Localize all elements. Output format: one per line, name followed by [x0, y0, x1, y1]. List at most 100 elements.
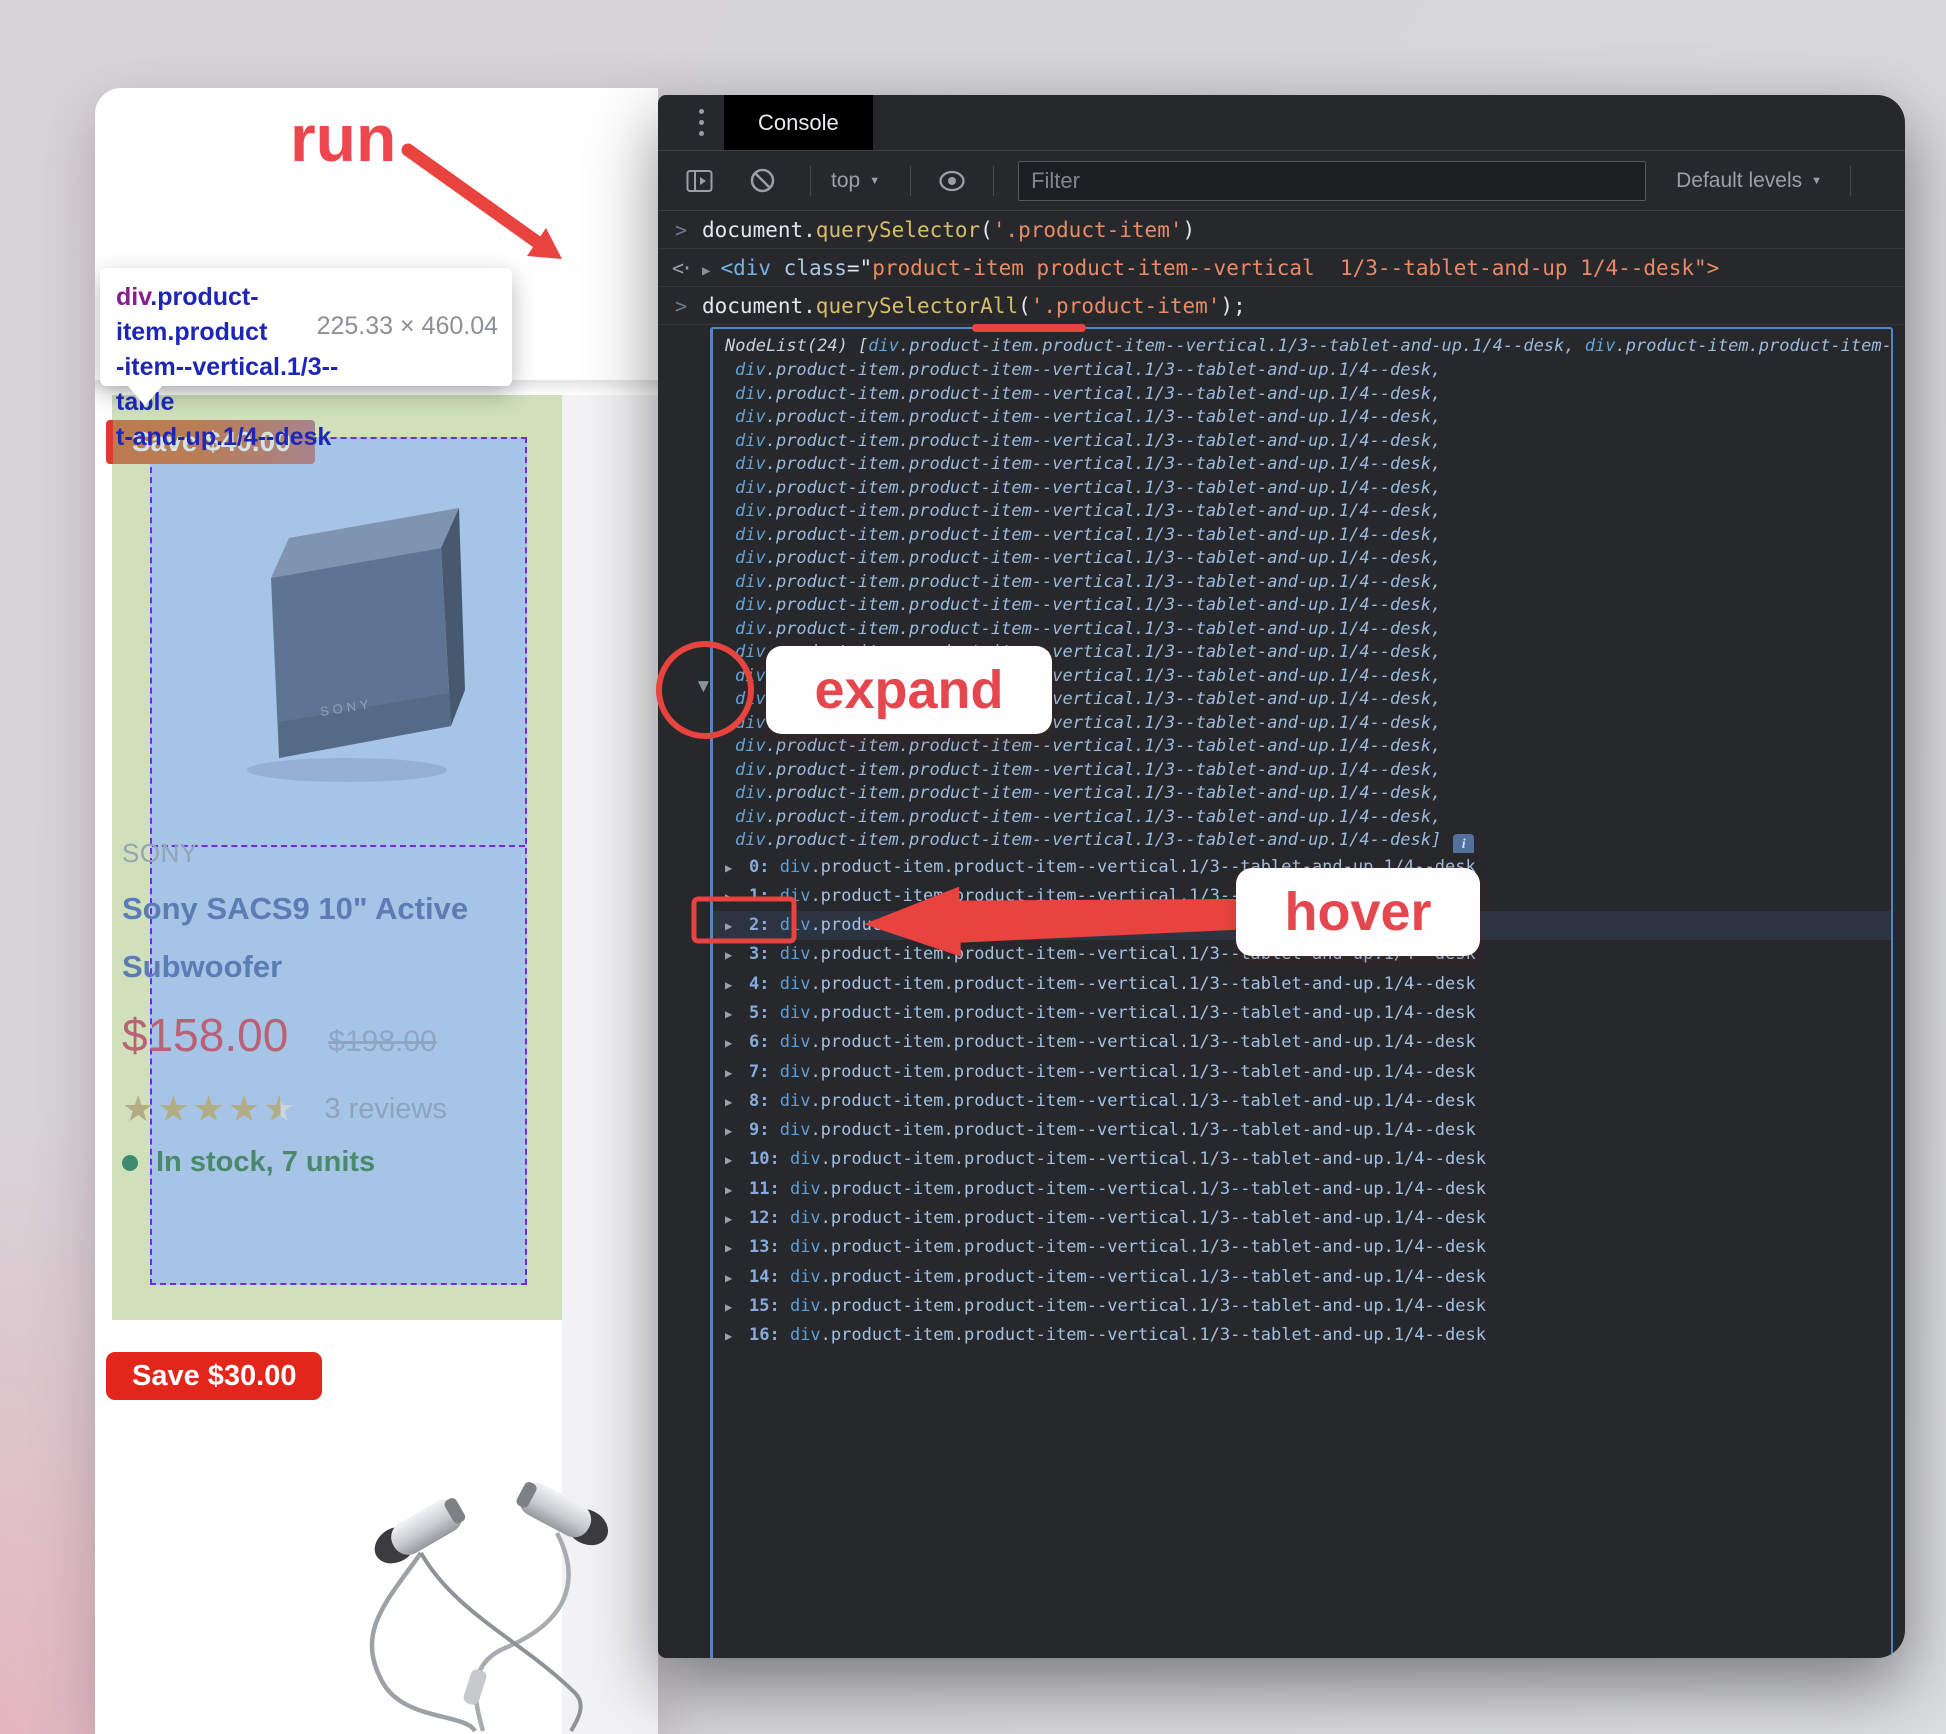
nodelist-result-block[interactable]: NodeList(24) [div.product-item.product-i… — [710, 327, 1893, 1658]
nodelist-preview-line: div.product-item.product-item--vertical.… — [735, 759, 1442, 780]
sale-badge-next: Save $30.00 — [106, 1352, 323, 1400]
expand-arrow-icon: ▶ — [725, 1212, 733, 1227]
inspect-tooltip-selector: div.product-item.product -item--vertical… — [116, 283, 339, 451]
compare-price: $198.00 — [328, 1025, 437, 1058]
underlined-all-token: All — [980, 294, 1019, 318]
stock-row: In stock, 7 units — [122, 1146, 375, 1179]
expand-arrow-icon[interactable]: ▶ — [702, 263, 710, 279]
context-selector[interactable]: top ▼ — [831, 169, 880, 193]
toolbar-separator — [910, 165, 912, 196]
console-entry-command-1[interactable]: > document.querySelector('.product-item'… — [658, 211, 1905, 249]
filter-input[interactable] — [1018, 160, 1647, 201]
inspect-overlay-inner-boundary — [152, 845, 525, 847]
chevron-down-icon: ▼ — [869, 174, 881, 187]
inspect-tooltip: div.product-item.product -item--vertical… — [100, 268, 512, 451]
console-prompt-icon: > — [674, 218, 688, 242]
expand-arrow-icon: ▶ — [725, 1153, 733, 1168]
nodelist-preview-line: div.product-item.product-item--vertical.… — [735, 407, 1442, 427]
nodelist-item-row-5[interactable]: ▶ 5: div.product-item.product-item--verti… — [713, 999, 1891, 1028]
nodelist-preview-line: div.product-item.product-item--vertical.… — [735, 736, 1442, 756]
nodelist-preview-line: div.product-item.product-item--vertical.… — [735, 430, 1442, 451]
nodelist-item-row-14[interactable]: ▶ 14: div.product-item.product-item--vert… — [713, 1263, 1891, 1292]
expand-annotation-label: expand — [766, 646, 1052, 734]
expand-arrow-icon: ▶ — [725, 1241, 733, 1256]
expand-arrow-icon: ▶ — [725, 1124, 733, 1139]
console-toolbar: top ▼ Default levels ▼ — [658, 151, 1905, 211]
expand-arrow-icon: ▶ — [725, 919, 733, 934]
toolbar-separator — [810, 165, 811, 196]
show-sidebar-icon[interactable] — [686, 169, 713, 193]
product-title[interactable]: Sony SACS9 10" Active Subwoofer — [122, 880, 468, 996]
expand-arrow-icon: ▶ — [725, 1182, 733, 1197]
nodelist-item-row-10[interactable]: ▶ 10: div.product-item.product-item--vert… — [713, 1145, 1891, 1174]
nodelist-item-row-12[interactable]: ▶ 12: div.product-item.product-item--vert… — [713, 1204, 1891, 1233]
expand-arrow-icon: ▶ — [725, 1065, 733, 1080]
nodelist-preview-line: div.product-item.product-item--vertical.… — [735, 477, 1442, 498]
nodelist-preview-line: div.product-item.product-item--vertical.… — [735, 806, 1442, 827]
expand-arrow-icon: ▶ — [725, 1006, 733, 1021]
console-prompt-icon: > — [674, 294, 688, 318]
clear-console-icon[interactable] — [749, 167, 776, 194]
nodelist-preview-line: div.product-item.product-item--vertical.… — [735, 595, 1442, 615]
console-result-icon: <· — [671, 256, 693, 280]
console-entry-result-1[interactable]: <· ▶ <div class="product-item product-ite… — [658, 249, 1905, 287]
expand-arrow-icon: ▶ — [725, 1094, 733, 1109]
price-row: $158.00 $198.00 — [122, 1008, 437, 1062]
log-levels-dropdown[interactable]: Default levels ▼ — [1676, 169, 1822, 193]
toolbar-separator — [1850, 165, 1852, 196]
live-expression-eye-icon[interactable] — [937, 168, 967, 194]
nodelist-preview-line: div.product-item.product-item--vertical.… — [735, 783, 1442, 803]
nodelist-preview-line: div.product-item.product-item--vertical.… — [735, 383, 1442, 404]
sale-price: $158.00 — [122, 1009, 289, 1061]
nodelist-item-row-15[interactable]: ▶ 15: div.product-item.product-item--vert… — [713, 1292, 1891, 1321]
nodelist-item-row-13[interactable]: ▶ 13: div.product-item.product-item--vert… — [713, 1233, 1891, 1262]
tooltip-caret — [128, 386, 162, 406]
star-rating-icon: ★★★★★ — [122, 1088, 299, 1129]
devtools-tabbar: Console — [658, 95, 1905, 151]
screenshot-canvas: Save $40.00 SONY SONY Sony SACS9 10" Act… — [0, 0, 1946, 1734]
rating-row: ★★★★★ 3 reviews — [122, 1088, 447, 1130]
kebab-menu-icon[interactable] — [684, 95, 718, 150]
nodelist-preview-line: div.product-item.product-item--vertical.… — [735, 618, 1442, 639]
console-entry-command-2[interactable]: > document.querySelectorAll('.product-it… — [658, 287, 1905, 325]
expand-arrow-icon: ▶ — [725, 1299, 733, 1314]
hover-annotation-label: hover — [1236, 868, 1480, 956]
nodelist-preview-line: div.product-item.product-item--vertical.… — [735, 548, 1442, 568]
inspect-tooltip-dimensions: 225.33 × 460.04 — [316, 312, 498, 340]
earbuds-product-image — [369, 1482, 609, 1733]
nodelist-item-row-11[interactable]: ▶ 11: div.product-item.product-item--vert… — [713, 1175, 1891, 1204]
nodelist-preview-line: div.product-item.product-item--vertical.… — [735, 501, 1442, 521]
expand-arrow-icon: ▶ — [725, 1329, 733, 1344]
nodelist-item-row-8[interactable]: ▶ 8: div.product-item.product-item--verti… — [713, 1087, 1891, 1116]
nodelist-preview-line: div.product-item.product-item--vertical.… — [735, 571, 1442, 592]
expand-arrow-icon: ▶ — [725, 889, 733, 904]
toolbar-separator — [993, 165, 995, 196]
nodelist-item-row-16[interactable]: ▶ 16: div.product-item.product-item--vert… — [713, 1321, 1891, 1350]
expand-arrow-icon: ▶ — [725, 1270, 733, 1285]
nodelist-item-row-9[interactable]: ▶ 9: div.product-item.product-item--verti… — [713, 1116, 1891, 1145]
product-brand: SONY — [122, 838, 198, 868]
nodelist-item-row-6[interactable]: ▶ 6: div.product-item.product-item--verti… — [713, 1028, 1891, 1057]
run-annotation-label: run — [290, 101, 397, 175]
nodelist-item-row-7[interactable]: ▶ 7: div.product-item.product-item--verti… — [713, 1058, 1891, 1087]
nodelist-preview-line: div.product-item.product-item--vertical.… — [735, 360, 1442, 380]
nodelist-preview-lines: div.product-item.product-item--vertical.… — [713, 359, 1891, 853]
nodelist-preview-line: div.product-item.product-item--vertical.… — [735, 524, 1442, 545]
subwoofer-product-image: SONY — [247, 508, 465, 782]
browser-page: Save $40.00 SONY SONY Sony SACS9 10" Act… — [95, 88, 658, 1734]
in-stock-dot-icon — [122, 1154, 138, 1171]
stock-status: In stock, 7 units — [156, 1146, 376, 1178]
tab-console[interactable]: Console — [724, 95, 873, 150]
nodelist-preview-line: div.product-item.product-item--vertical.… — [713, 829, 1891, 853]
review-count[interactable]: 3 reviews — [324, 1093, 447, 1126]
nodelist-preview-line: div.product-item.product-item--vertical.… — [735, 454, 1442, 474]
info-icon[interactable]: i — [1453, 834, 1475, 853]
nodelist-item-row-4[interactable]: ▶ 4: div.product-item.product-item--verti… — [713, 970, 1891, 999]
expand-arrow-icon: ▶ — [725, 1036, 733, 1051]
expand-arrow-icon: ▶ — [725, 977, 733, 992]
expand-triangle-icon[interactable]: ▼ — [694, 676, 713, 698]
expand-arrow-icon: ▶ — [725, 948, 733, 963]
chevron-down-icon: ▼ — [1811, 174, 1823, 187]
nodelist-preview-header: NodeList(24) [div.product-item.product-i… — [725, 336, 1891, 356]
expand-arrow-icon: ▶ — [725, 860, 733, 875]
